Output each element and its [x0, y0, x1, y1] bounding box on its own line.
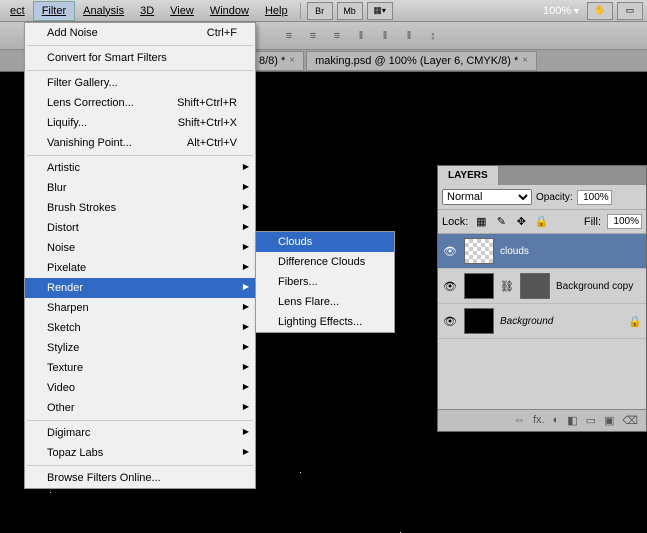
layers-tab[interactable]: LAYERS [438, 166, 499, 185]
lock-row: Lock: ▦ ✎ ✥ 🔒 Fill: 100% [438, 210, 646, 234]
opacity-value[interactable]: 100% [577, 190, 612, 205]
menu-distort[interactable]: Distort [25, 218, 255, 238]
layer-thumbnail[interactable] [464, 273, 494, 299]
layer-thumbnail[interactable] [464, 308, 494, 334]
fill-value[interactable]: 100% [607, 214, 642, 229]
trash-icon[interactable]: ⌫ [622, 414, 638, 427]
align-top-icon[interactable]: ≡ [280, 27, 298, 45]
menu-brush-strokes[interactable]: Brush Strokes [25, 198, 255, 218]
fill-label: Fill: [584, 216, 601, 228]
submenu-clouds[interactable]: Clouds [256, 232, 394, 252]
menu-video[interactable]: Video [25, 378, 255, 398]
lock-icon: 🔒 [628, 315, 642, 328]
menu-add-noise[interactable]: Add NoiseCtrl+F [25, 23, 255, 43]
menu-render[interactable]: Render [25, 278, 255, 298]
link-layers-icon[interactable]: ⇔ [514, 414, 525, 427]
lock-label: Lock: [442, 216, 468, 228]
menu-artistic[interactable]: Artistic [25, 158, 255, 178]
lock-transparent-icon[interactable]: ▦ [474, 215, 488, 229]
submenu-lighting-effects[interactable]: Lighting Effects... [256, 312, 394, 332]
menu-3d[interactable]: 3D [132, 2, 162, 20]
minibridge-icon[interactable]: Mb [337, 2, 363, 20]
menu-topaz[interactable]: Topaz Labs [25, 443, 255, 463]
adjustment-icon[interactable]: ◧ [567, 414, 577, 427]
visibility-icon[interactable]: 👁 [442, 280, 458, 293]
menu-window[interactable]: Window [202, 2, 257, 20]
separator [27, 70, 253, 71]
menu-vanishing-point[interactable]: Vanishing Point...Alt+Ctrl+V [25, 133, 255, 153]
fx-icon[interactable]: fx. [533, 414, 545, 427]
layer-background-copy[interactable]: 👁 ⛓ Background copy [438, 269, 646, 304]
submenu-lens-flare[interactable]: Lens Flare... [256, 292, 394, 312]
blend-row: Normal Opacity: 100% [438, 185, 646, 210]
close-icon[interactable]: × [522, 55, 528, 66]
blend-mode-select[interactable]: Normal [442, 189, 532, 205]
menu-analysis[interactable]: Analysis [75, 2, 132, 20]
menu-convert-smart[interactable]: Convert for Smart Filters [25, 48, 255, 68]
panel-tabs: LAYERS [438, 166, 646, 185]
separator [27, 465, 253, 466]
visibility-icon[interactable]: 👁 [442, 245, 458, 258]
new-layer-icon[interactable]: ▣ [604, 414, 614, 427]
menu-filter[interactable]: Filter [33, 1, 75, 21]
layer-thumbnail[interactable] [464, 238, 494, 264]
layers-empty [438, 339, 646, 409]
menu-texture[interactable]: Texture [25, 358, 255, 378]
film-icon[interactable]: ▦▾ [367, 2, 393, 20]
menu-sketch[interactable]: Sketch [25, 318, 255, 338]
menu-browse-filters[interactable]: Browse Filters Online... [25, 468, 255, 488]
dist-v-icon[interactable]: ‖ [376, 27, 394, 45]
menu-pixelate[interactable]: Pixelate [25, 258, 255, 278]
link-icon[interactable]: ⛓ [500, 280, 514, 293]
tab-doc2[interactable]: making.psd @ 100% (Layer 6, CMYK/8) *× [306, 51, 537, 71]
menu-filter-gallery[interactable]: Filter Gallery... [25, 73, 255, 93]
dist-c-icon[interactable]: ‖ [400, 27, 418, 45]
folder-icon[interactable]: ▭ [586, 414, 596, 427]
mask-thumbnail[interactable] [520, 273, 550, 299]
menu-sharpen[interactable]: Sharpen [25, 298, 255, 318]
submenu-difference-clouds[interactable]: Difference Clouds [256, 252, 394, 272]
hand-icon[interactable]: ✋ [587, 2, 613, 20]
separator [27, 155, 253, 156]
bridge-icon[interactable]: Br [307, 2, 333, 20]
align-mid-icon[interactable]: ≡ [304, 27, 322, 45]
mask-icon[interactable]: ◐ [553, 414, 560, 427]
menu-liquify[interactable]: Liquify...Shift+Ctrl+X [25, 113, 255, 133]
menu-noise[interactable]: Noise [25, 238, 255, 258]
separator [27, 420, 253, 421]
submenu-fibers[interactable]: Fibers... [256, 272, 394, 292]
layers-panel: LAYERS Normal Opacity: 100% Lock: ▦ ✎ ✥ … [437, 165, 647, 432]
layers-footer: ⇔ fx. ◐ ◧ ▭ ▣ ⌫ [438, 409, 646, 431]
separator [27, 45, 253, 46]
menu-other[interactable]: Other [25, 398, 255, 418]
menu-help[interactable]: Help [257, 2, 296, 20]
lock-move-icon[interactable]: ✥ [514, 215, 528, 229]
layer-background[interactable]: 👁 Background 🔒 [438, 304, 646, 339]
layer-name[interactable]: Background copy [556, 281, 642, 292]
lock-brush-icon[interactable]: ✎ [494, 215, 508, 229]
menubar: ect Filter Analysis 3D View Window Help … [0, 0, 647, 22]
view-icon[interactable]: ▭ [617, 2, 643, 20]
layer-name[interactable]: clouds [500, 246, 642, 257]
menu-stylize[interactable]: Stylize [25, 338, 255, 358]
menu-view[interactable]: View [162, 2, 202, 20]
separator [300, 3, 301, 19]
render-submenu: Clouds Difference Clouds Fibers... Lens … [255, 231, 395, 333]
filter-menu: Add NoiseCtrl+F Convert for Smart Filter… [24, 22, 256, 489]
menu-blur[interactable]: Blur [25, 178, 255, 198]
tab-doc1[interactable]: 8/8) *× [250, 51, 304, 71]
menu-digimarc[interactable]: Digimarc [25, 423, 255, 443]
lock-all-icon[interactable]: 🔒 [534, 215, 548, 229]
menu-select[interactable]: ect [2, 2, 33, 20]
close-icon[interactable]: × [289, 55, 295, 66]
dist-h-icon[interactable]: ‖ [352, 27, 370, 45]
zoom-level[interactable]: 100% ▾ [543, 5, 579, 17]
layer-clouds[interactable]: 👁 clouds [438, 234, 646, 269]
visibility-icon[interactable]: 👁 [442, 315, 458, 328]
auto-align-icon[interactable]: ↕ [424, 27, 442, 45]
opacity-label: Opacity: [536, 192, 573, 203]
menu-lens-correction[interactable]: Lens Correction...Shift+Ctrl+R [25, 93, 255, 113]
layer-name[interactable]: Background [500, 316, 622, 327]
align-bot-icon[interactable]: ≡ [328, 27, 346, 45]
